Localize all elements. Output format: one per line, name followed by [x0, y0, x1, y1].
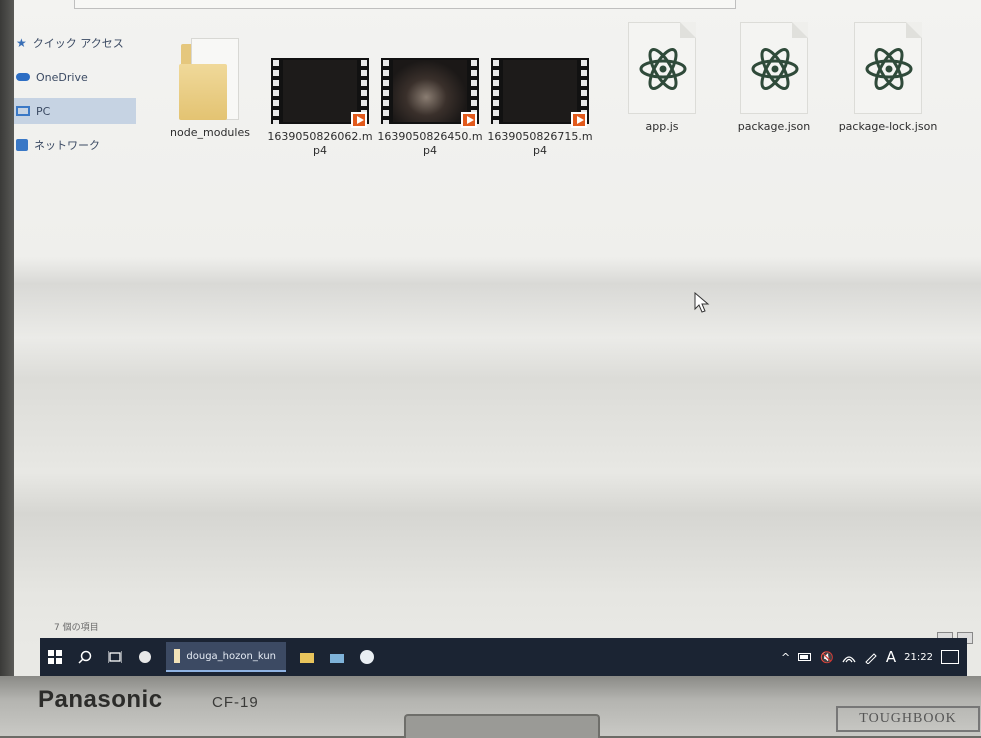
file-item-package-json[interactable]: package.json — [718, 22, 830, 134]
file-list: node_modules 1639050826062.mp4 163905082… — [164, 22, 944, 172]
video-file-icon — [491, 58, 589, 128]
task-view-icon — [108, 651, 122, 663]
file-name: node_modules — [170, 126, 250, 139]
search-icon — [78, 650, 92, 664]
taskbar-app-explorer[interactable]: douga_hozon_kun — [166, 642, 286, 672]
chevron-up-icon[interactable]: ^ — [781, 651, 790, 664]
system-tray: ^ 🔇 A 21:22 — [781, 648, 967, 666]
network-icon — [16, 139, 28, 151]
ime-indicator[interactable]: A — [886, 648, 896, 666]
laptop-bezel-left — [0, 0, 14, 736]
file-name: 1639050826450.mp4 — [377, 130, 483, 157]
file-explorer-pinned-button[interactable] — [292, 642, 322, 672]
store-button[interactable] — [322, 642, 352, 672]
product-badge: TOUGHBOOK — [836, 706, 980, 732]
cloud-icon — [16, 73, 30, 81]
nav-item-label: PC — [36, 104, 51, 118]
file-name: 1639050826715.mp4 — [487, 130, 593, 157]
store-icon — [330, 654, 344, 663]
file-name: package-lock.json — [838, 120, 938, 133]
file-item-video[interactable]: 1639050826715.mp4 — [484, 52, 596, 158]
nav-item-network[interactable]: ネットワーク — [14, 132, 136, 158]
folder-icon — [179, 34, 239, 120]
star-icon: ★ — [16, 36, 27, 50]
browser-button[interactable] — [130, 642, 160, 672]
nav-item-label: クイック アクセス — [32, 37, 124, 50]
atom-file-icon — [628, 22, 696, 114]
search-button[interactable] — [70, 642, 100, 672]
file-explorer-icon — [174, 649, 181, 663]
play-badge-icon — [351, 112, 367, 128]
address-bar[interactable] — [74, 0, 736, 9]
atom-file-icon — [740, 22, 808, 114]
file-item-package-lock-json[interactable]: package-lock.json — [832, 22, 944, 134]
file-name: app.js — [645, 120, 679, 133]
nav-item-label: ネットワーク — [34, 139, 100, 152]
navigation-pane: ★ クイック アクセス OneDrive PC ネットワーク — [14, 30, 136, 166]
taskbar: douga_hozon_kun ^ 🔇 A 21:22 — [40, 638, 967, 676]
video-file-icon — [381, 58, 479, 128]
play-badge-icon — [571, 112, 587, 128]
chrome-icon — [360, 650, 374, 664]
mouse-cursor-icon — [694, 292, 710, 313]
start-button[interactable] — [40, 642, 70, 672]
nav-item-quick-access[interactable]: ★ クイック アクセス — [14, 30, 136, 56]
computer-icon — [16, 106, 30, 116]
file-item-video[interactable]: 1639050826062.mp4 — [264, 52, 376, 158]
chrome-button[interactable] — [352, 642, 382, 672]
file-item-folder[interactable]: node_modules — [154, 34, 266, 140]
clock[interactable]: 21:22 — [904, 652, 933, 663]
nav-item-onedrive[interactable]: OneDrive — [14, 64, 136, 90]
file-item-video[interactable]: 1639050826450.mp4 — [374, 52, 486, 158]
screen: ★ クイック アクセス OneDrive PC ネットワーク node_modu… — [14, 0, 981, 676]
windows-logo-icon — [48, 650, 62, 664]
screen-latch — [404, 714, 600, 738]
folder-icon — [300, 653, 314, 663]
wifi-icon[interactable] — [842, 651, 856, 663]
pen-icon[interactable] — [864, 650, 878, 664]
status-item-count: 7 個の項目 — [54, 623, 99, 633]
browser-icon — [139, 651, 151, 663]
file-name: 1639050826062.mp4 — [267, 130, 373, 157]
taskbar-app-label: douga_hozon_kun — [186, 650, 276, 662]
nav-item-label: OneDrive — [36, 70, 88, 84]
task-view-button[interactable] — [100, 642, 130, 672]
model-label: CF-19 — [212, 694, 259, 711]
brand-logo: Panasonic — [38, 686, 163, 713]
file-name: package.json — [737, 120, 811, 133]
atom-file-icon — [854, 22, 922, 114]
speaker-muted-icon[interactable]: 🔇 — [820, 651, 834, 664]
video-file-icon — [271, 58, 369, 128]
notification-icon[interactable] — [941, 650, 959, 664]
play-badge-icon — [461, 112, 477, 128]
file-item-app-js[interactable]: app.js — [606, 22, 718, 134]
nav-item-pc[interactable]: PC — [14, 98, 136, 124]
battery-icon[interactable] — [798, 653, 812, 661]
